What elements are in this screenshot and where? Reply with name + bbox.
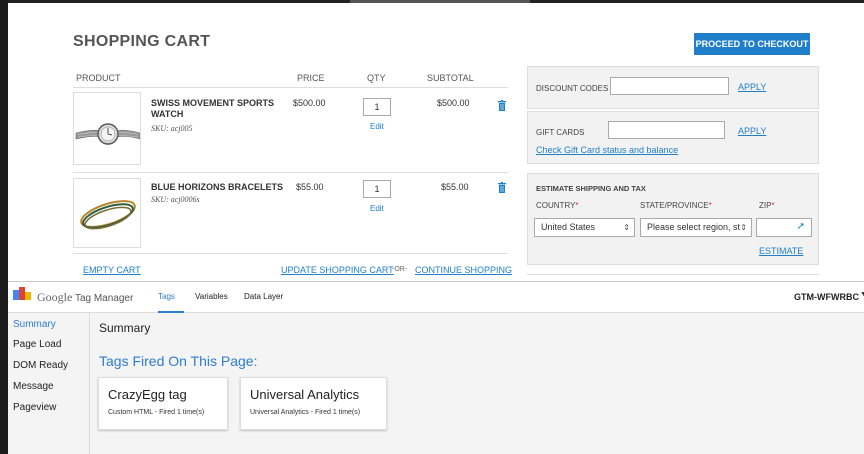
qty-input-watch[interactable]: 1 (363, 98, 391, 116)
watch-image[interactable] (73, 92, 141, 165)
column-header-product: PRODUCT (76, 73, 121, 83)
tab-data-layer[interactable]: Data Layer (244, 292, 283, 301)
product-subtotal-bracelets: $55.00 (441, 182, 469, 192)
zip-input[interactable]: ➚ (756, 218, 812, 237)
proceed-to-checkout-button[interactable]: PROCEED TO CHECKOUT (694, 33, 810, 55)
table-divider (73, 87, 508, 88)
tag-name: Universal Analytics (250, 387, 360, 402)
gift-cards-label: GIFT CARDS (536, 128, 585, 137)
tag-meta: Custom HTML - Fired 1 time(s) (108, 409, 205, 416)
window-left-edge (0, 0, 8, 454)
container-id[interactable]: GTM-WFWRBC (794, 292, 859, 302)
gtm-debug-body: Summary Page Load DOM Ready Message Page… (8, 313, 864, 454)
check-gift-card-link[interactable]: Check Gift Card status and balance (536, 145, 678, 155)
sidebar-item-message[interactable]: Message (13, 381, 54, 392)
sidebar-item-pageview[interactable]: Pageview (13, 402, 56, 413)
state-select[interactable]: Please select region, st ⇕ (640, 218, 752, 237)
summary-heading: Summary (99, 321, 151, 335)
edit-link-watch[interactable]: Edit (370, 122, 384, 131)
page-title: SHOPPING CART (73, 33, 211, 50)
tag-meta: Universal Analytics - Fired 1 time(s) (250, 409, 361, 416)
shopping-cart-page: SHOPPING CART PROCEED TO CHECKOUT PRODUC… (8, 3, 864, 280)
select-arrows-icon: ⇕ (740, 223, 747, 232)
trash-icon[interactable] (498, 98, 506, 111)
gtm-logo-icon (13, 287, 33, 301)
product-subtotal-watch: $500.00 (437, 98, 470, 108)
continue-shopping-link[interactable]: CONTINUE SHOPPING (415, 265, 512, 275)
tag-name: CrazyEgg tag (108, 387, 187, 402)
discount-codes-panel: DISCOUNT CODES APPLY (527, 66, 819, 109)
row-divider (73, 253, 508, 254)
update-cart-link[interactable]: UPDATE SHOPPING CART (281, 265, 394, 275)
edit-link-bracelets[interactable]: Edit (370, 204, 384, 213)
country-label: COUNTRY* (536, 201, 579, 210)
tab-variables[interactable]: Variables (195, 292, 228, 301)
gtm-debug-header: Google Tag Manager Tags Variables Data L… (8, 281, 864, 313)
sidebar-item-dom-ready[interactable]: DOM Ready (13, 360, 68, 371)
product-price-watch: $500.00 (293, 98, 326, 108)
product-name-watch[interactable]: SWISS MOVEMENT SPORTS WATCH (151, 98, 285, 120)
sidebar-item-page-load[interactable]: Page Load (13, 339, 61, 350)
estimate-shipping-panel: ESTIMATE SHIPPING AND TAX COUNTRY* STATE… (527, 173, 819, 265)
tag-card-universal-analytics[interactable]: Universal Analytics Universal Analytics … (240, 377, 387, 430)
qty-input-bracelets[interactable]: 1 (363, 180, 391, 198)
select-arrows-icon: ⇕ (623, 223, 630, 232)
column-header-subtotal: SUBTOTAL (427, 73, 474, 83)
column-header-qty: QTY (367, 73, 386, 83)
gift-cards-panel: GIFT CARDS APPLY Check Gift Card status … (527, 111, 819, 164)
chevron-down-icon[interactable]: ▼ (860, 291, 864, 298)
gtm-brand: Google Tag Manager (37, 290, 134, 304)
tag-card-crazyegg[interactable]: CrazyEgg tag Custom HTML - Fired 1 time(… (98, 377, 228, 430)
or-separator: -OR- (392, 266, 408, 273)
row-divider (73, 172, 508, 173)
estimate-link[interactable]: ESTIMATE (759, 246, 803, 256)
apply-discount-link[interactable]: APPLY (738, 82, 766, 92)
zip-label: ZIP* (759, 201, 775, 210)
state-label: STATE/PROVINCE* (640, 201, 712, 210)
tab-tags[interactable]: Tags (158, 292, 175, 301)
column-header-price: PRICE (297, 73, 325, 83)
bracelets-image[interactable] (73, 178, 141, 248)
product-name-bracelets[interactable]: BLUE HORIZONS BRACELETS (151, 182, 285, 193)
wrench-icon: ➚ (796, 221, 805, 232)
product-sku-watch: SKU: acj005 (151, 124, 193, 133)
discount-code-input[interactable] (610, 77, 729, 95)
sidebar-item-summary[interactable]: Summary (13, 319, 56, 330)
apply-gift-card-link[interactable]: APPLY (738, 126, 766, 136)
estimate-shipping-title: ESTIMATE SHIPPING AND TAX (536, 184, 646, 193)
gtm-event-sidebar: Summary Page Load DOM Ready Message Page… (8, 313, 90, 454)
product-price-bracelets: $55.00 (296, 182, 324, 192)
discount-codes-label: DISCOUNT CODES (536, 84, 609, 93)
sidebar-divider (527, 274, 819, 275)
gift-card-input[interactable] (608, 121, 725, 139)
empty-cart-link[interactable]: EMPTY CART (83, 265, 141, 275)
tags-fired-heading: Tags Fired On This Page: (99, 353, 258, 369)
trash-icon[interactable] (498, 180, 506, 193)
product-sku-bracelets: SKU: acj0006s (151, 195, 200, 204)
country-select[interactable]: United States ⇕ (534, 218, 635, 237)
